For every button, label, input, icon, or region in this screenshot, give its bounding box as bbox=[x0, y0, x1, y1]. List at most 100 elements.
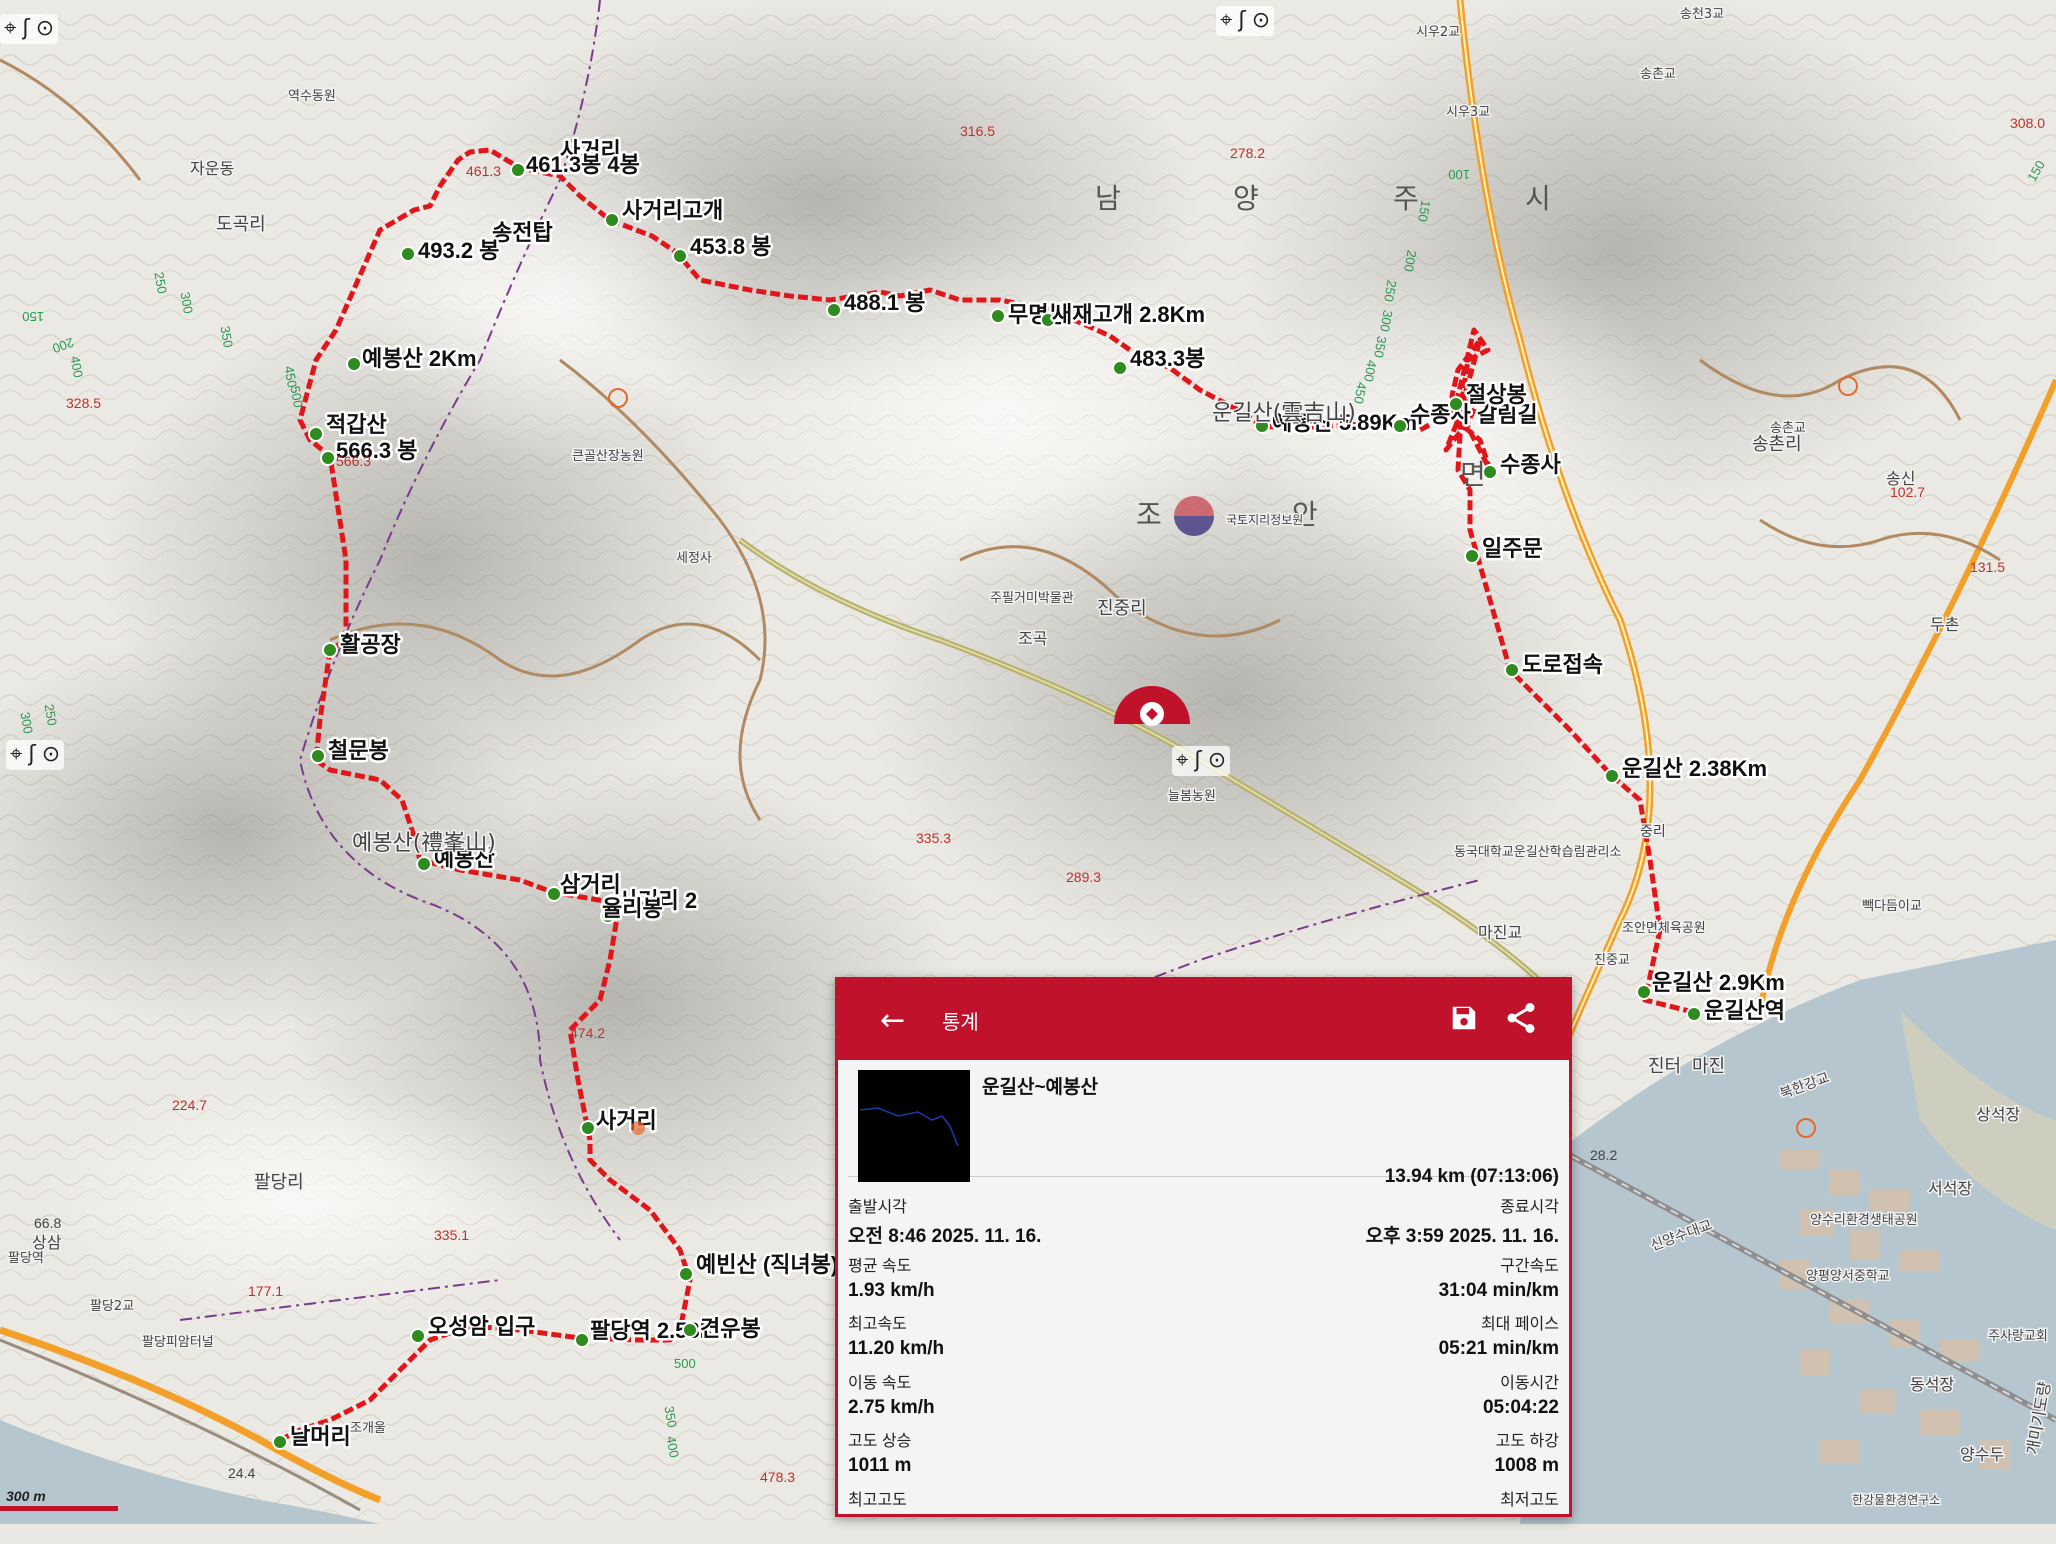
waypoint-marker[interactable] bbox=[547, 887, 561, 901]
layer-icon[interactable]: ⊙ bbox=[42, 743, 60, 767]
waypoint-label: 사거리 bbox=[596, 1108, 657, 1133]
elev-461: 461.3 bbox=[466, 163, 501, 179]
stat-label: 최고고도 bbox=[848, 1486, 907, 1510]
waypoint-label: 예봉산 2Km bbox=[362, 346, 477, 371]
place-label: 시우3교 bbox=[1446, 105, 1490, 120]
elev-328: 328.5 bbox=[66, 395, 101, 411]
waypoint-marker[interactable] bbox=[1605, 769, 1619, 783]
waypoint-marker[interactable] bbox=[1687, 1007, 1701, 1021]
stat-label: 평균 속도 bbox=[848, 1252, 935, 1276]
waypoint-marker[interactable] bbox=[991, 309, 1005, 323]
stat-label: 최고속도 bbox=[848, 1310, 944, 1334]
place-label: 양평양서중학교 bbox=[1806, 1269, 1890, 1284]
waypoint-marker[interactable] bbox=[1637, 985, 1651, 999]
waypoint-marker[interactable] bbox=[411, 1329, 425, 1343]
waypoint-label: 송전탑 bbox=[492, 220, 553, 245]
waypoint-marker[interactable] bbox=[273, 1435, 287, 1449]
place-label: 마진 bbox=[1692, 1056, 1725, 1077]
waypoint-marker[interactable] bbox=[1465, 549, 1479, 563]
layer-icon[interactable]: ⊙ bbox=[1208, 749, 1226, 773]
route-icon[interactable]: ʃ bbox=[1238, 9, 1245, 33]
elev-566: 566.3 bbox=[336, 453, 371, 469]
place-label: 송촌리 bbox=[1752, 434, 1802, 455]
place-label: 주필거미박물관 bbox=[990, 591, 1074, 606]
waypoint-marker[interactable] bbox=[575, 1333, 589, 1347]
elev-335a: 335.3 bbox=[916, 830, 951, 846]
route-icon[interactable]: ʃ bbox=[1194, 749, 1201, 773]
crosshair-icon[interactable]: ⌖ bbox=[1176, 749, 1188, 773]
waypoint-marker[interactable] bbox=[401, 247, 415, 261]
elev-289: 289.3 bbox=[1066, 869, 1101, 885]
waypoint-label: 적갑산 bbox=[326, 412, 387, 437]
elev-28: 28.2 bbox=[1590, 1147, 1617, 1163]
waypoint-marker[interactable] bbox=[1449, 397, 1463, 411]
waypoint-marker[interactable] bbox=[683, 1323, 697, 1337]
place-label: 한강물환경연구소 bbox=[1852, 1493, 1940, 1507]
place-label: 송신 bbox=[1886, 469, 1915, 488]
place-label: 면 bbox=[1460, 458, 1488, 491]
waypoint-marker[interactable] bbox=[1393, 419, 1407, 433]
place-label: 운길산(雲吉山) bbox=[1212, 401, 1356, 426]
place-label: 서석장 bbox=[1928, 1179, 1972, 1198]
crosshair-icon[interactable]: ⌖ bbox=[1220, 9, 1232, 33]
stat-label: 출발시각 bbox=[848, 1193, 1041, 1217]
arrow-left-icon[interactable]: ← bbox=[880, 1003, 910, 1038]
waypoint-label: 453.8 봉 bbox=[690, 234, 771, 259]
waypoint-marker[interactable] bbox=[347, 357, 361, 371]
waypoint-marker[interactable] bbox=[309, 427, 323, 441]
waypoint-label: 활공장 bbox=[340, 632, 401, 657]
stats-title: 통계 bbox=[942, 1006, 979, 1035]
place-label: 송촌교 bbox=[1640, 67, 1676, 82]
scale-line bbox=[0, 1506, 118, 1511]
save-icon[interactable] bbox=[1449, 1002, 1479, 1034]
crosshair-icon[interactable]: ⌖ bbox=[10, 743, 22, 767]
stats-header: ← 통계 bbox=[838, 980, 1569, 1060]
waypoint-marker[interactable] bbox=[605, 213, 619, 227]
waypoint-marker[interactable] bbox=[1505, 663, 1519, 677]
share-icon[interactable] bbox=[1503, 1000, 1539, 1036]
route-icon[interactable]: ʃ bbox=[22, 17, 29, 41]
place-label: 마진교 bbox=[1478, 923, 1522, 942]
waypoint-marker[interactable] bbox=[321, 451, 335, 465]
stat-value: 05:21 min/km bbox=[1439, 1338, 1559, 1360]
waypoint-label: 삼거리 bbox=[560, 872, 621, 897]
crosshair-icon[interactable]: ⌖ bbox=[4, 17, 16, 41]
elev-177: 177.1 bbox=[248, 1283, 283, 1299]
stat-right: 이동시간05:04:22 bbox=[1483, 1369, 1559, 1428]
place-label: 큰골산장농원 bbox=[572, 449, 644, 464]
waypoint-marker[interactable] bbox=[581, 1121, 595, 1135]
route-icon[interactable]: ʃ bbox=[28, 743, 35, 767]
place-label: 중리 bbox=[1640, 824, 1666, 840]
place-label: 세정사 bbox=[676, 551, 712, 566]
waypoint-marker[interactable] bbox=[311, 749, 325, 763]
waypoint-marker[interactable] bbox=[1113, 361, 1127, 375]
place-label: 주사랑교회 bbox=[1988, 1329, 2048, 1344]
elev-474: 474.2 bbox=[570, 1025, 605, 1041]
waypoint-marker[interactable] bbox=[511, 163, 525, 177]
stat-row: 고도 상승1011 m고도 하강1008 m bbox=[848, 1427, 1559, 1486]
elev-24: 24.4 bbox=[228, 1465, 255, 1481]
place-label: 조개울 bbox=[350, 1421, 386, 1436]
waypoint-label: 461.3봉 4봉 bbox=[526, 152, 640, 177]
stat-value: 오후 3:59 2025. 11. 16. bbox=[1366, 1221, 1559, 1248]
waypoint-marker[interactable] bbox=[417, 857, 431, 871]
waypoint-marker[interactable] bbox=[673, 249, 687, 263]
track-distance-time: 13.94 km (07:13:06) bbox=[1385, 1166, 1559, 1188]
place-label: 진중교 bbox=[1594, 953, 1630, 968]
elev-66: 66.8 bbox=[34, 1215, 61, 1231]
layer-icon[interactable]: ⊙ bbox=[36, 17, 54, 41]
waypoint-marker[interactable] bbox=[827, 303, 841, 317]
stat-value: 05:04:22 bbox=[1483, 1397, 1559, 1419]
waypoint-label: 도로접속 bbox=[1522, 652, 1603, 677]
waypoint-marker[interactable] bbox=[323, 643, 337, 657]
layer-icon[interactable]: ⊙ bbox=[1252, 9, 1270, 33]
waypoint-label: 견우봉 bbox=[700, 1316, 761, 1341]
stat-left: 고도 상승1011 m bbox=[848, 1427, 911, 1486]
elev-224: 224.7 bbox=[172, 1097, 207, 1113]
elev-278: 278.2 bbox=[1230, 145, 1265, 161]
place-label: 역수동원 bbox=[288, 89, 336, 104]
stat-value: 1011 m bbox=[848, 1455, 911, 1477]
stat-row: 이동 속도2.75 km/h이동시간05:04:22 bbox=[848, 1369, 1559, 1428]
waypoint-marker[interactable] bbox=[679, 1267, 693, 1281]
track-thumbnail[interactable] bbox=[858, 1070, 970, 1182]
